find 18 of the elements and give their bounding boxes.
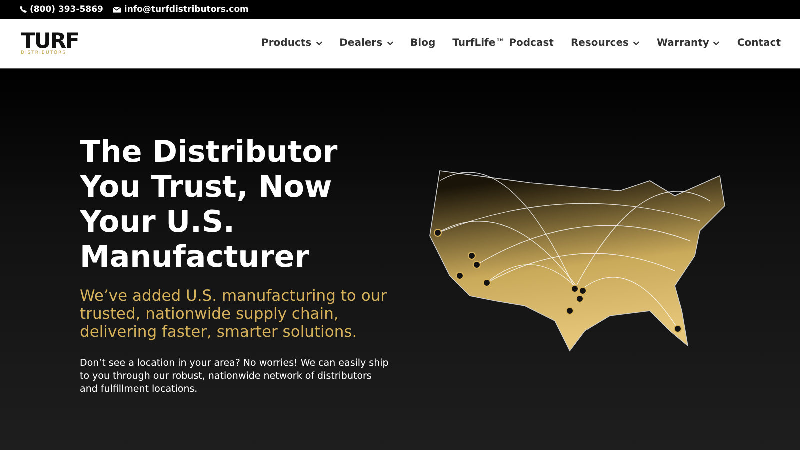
phone-icon xyxy=(20,6,27,13)
nav-link[interactable]: Contact xyxy=(737,38,781,49)
nav-link[interactable]: Dealers xyxy=(340,38,394,49)
nav-link[interactable]: Blog xyxy=(410,38,436,49)
nav-link[interactable]: Products xyxy=(262,38,323,49)
nav-link[interactable]: TurfLife™ Podcast xyxy=(452,38,554,49)
caret-icon xyxy=(316,41,323,46)
caret-icon xyxy=(713,41,720,46)
nav-link[interactable]: Warranty xyxy=(656,38,720,49)
caret-icon xyxy=(632,41,640,46)
envelope-icon xyxy=(113,6,122,12)
hero-subtitle: We’ve added U.S. manufacturing to our trusted, nationwide supply chain, delivering faster, smarter solutions. xyxy=(80,287,388,341)
email-link[interactable]: info@turfdistributors.com xyxy=(113,4,249,14)
nav-link[interactable]: Resources xyxy=(570,38,640,49)
caret-icon xyxy=(386,41,394,46)
hero-text: Don’t see a location in your area? No worries! We can easily ship to you through our robust, nationwide network of distributors and fulfillment locations. xyxy=(80,357,390,396)
hero-title: The Distributor You Trust, Now Your U.S. Manufacturer xyxy=(80,135,339,275)
phone-text[interactable]: (800) 393-5869 xyxy=(20,4,104,14)
